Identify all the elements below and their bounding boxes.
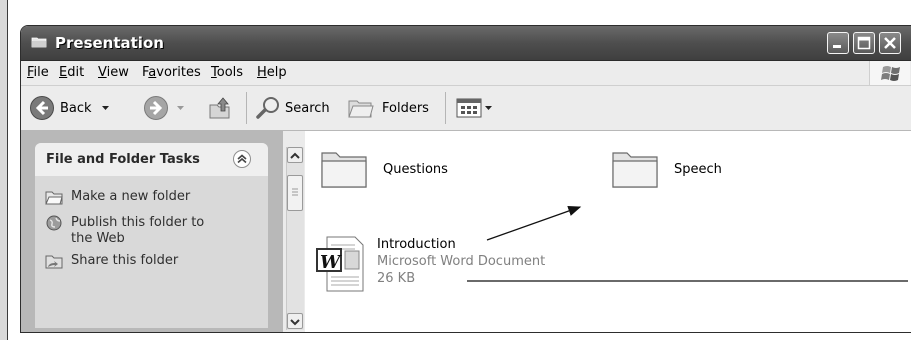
- task-panel-title: File and Folder Tasks: [46, 152, 200, 167]
- grip-icon: [292, 188, 298, 196]
- folder-name: Questions: [383, 162, 448, 177]
- search-icon: [256, 97, 279, 119]
- vertical-scrollbar[interactable]: [286, 147, 304, 330]
- toolbar-separator: [246, 92, 247, 124]
- scroll-thumb[interactable]: [287, 175, 303, 211]
- file-name: Introduction: [377, 237, 456, 252]
- windows-flag-icon: [881, 66, 900, 81]
- search-button[interactable]: Search: [254, 94, 330, 122]
- up-folder-button[interactable]: [206, 94, 234, 122]
- views-button[interactable]: [455, 94, 494, 122]
- folder-icon: [321, 152, 367, 188]
- maximize-button[interactable]: [853, 32, 875, 54]
- menu-view[interactable]: View: [98, 65, 129, 80]
- task-panel-header[interactable]: File and Folder Tasks: [35, 143, 268, 176]
- maximize-icon: [857, 36, 871, 50]
- up-folder-icon: [209, 97, 230, 119]
- menu-help[interactable]: Help: [257, 65, 287, 80]
- folders-button[interactable]: Folders: [346, 94, 429, 122]
- globe-icon: [46, 215, 62, 231]
- forward-dropdown-icon[interactable]: [175, 103, 187, 113]
- explorer-window: Presentation File Edit View Favorites To…: [20, 25, 911, 333]
- folder-speech[interactable]: Speech: [610, 145, 722, 195]
- views-dropdown-icon[interactable]: [484, 103, 494, 113]
- search-label: Search: [285, 100, 330, 116]
- toolbar-separator: [445, 92, 446, 124]
- back-label: Back: [60, 100, 92, 116]
- folders-icon: [348, 100, 374, 118]
- file-type: Microsoft Word Document: [377, 254, 546, 269]
- menu-tools[interactable]: Tools: [211, 65, 243, 80]
- close-icon: [884, 37, 896, 49]
- windows-logo: [869, 61, 910, 85]
- menu-bar: File Edit View Favorites Tools Help: [21, 61, 911, 86]
- scroll-down-button[interactable]: [287, 313, 303, 329]
- forward-arrow-icon: [144, 96, 168, 120]
- back-arrow-icon: [30, 96, 54, 120]
- views-icon: [456, 98, 482, 118]
- word-document-icon: W: [316, 236, 364, 292]
- menu-file[interactable]: File: [27, 65, 49, 80]
- folder-icon: [612, 152, 658, 188]
- back-dropdown-icon[interactable]: [100, 103, 112, 113]
- folder-name: Speech: [674, 162, 722, 177]
- task-pane: File and Folder Tasks Make a new folder: [21, 131, 283, 332]
- chevron-up-icon: [237, 154, 247, 164]
- menu-edit[interactable]: Edit: [59, 65, 84, 80]
- task-label: Publish this folder to the Web: [71, 215, 205, 246]
- svg-text:W: W: [320, 252, 342, 273]
- file-folder-tasks-panel: File and Folder Tasks Make a new folder: [35, 143, 268, 328]
- toolbar: Back Search Folders: [21, 86, 911, 131]
- chevron-down-icon: [290, 319, 300, 326]
- folder-icon: [31, 37, 47, 48]
- file-list-area: Questions Speech W Introduction Microsof…: [305, 131, 911, 332]
- share-folder-icon: [45, 255, 63, 269]
- task-publish-folder[interactable]: Publish this folder to the Web: [45, 215, 204, 247]
- file-introduction[interactable]: W Introduction Microsoft Word Document 2…: [315, 235, 545, 297]
- chevron-up-icon: [290, 152, 300, 159]
- task-make-new-folder[interactable]: Make a new folder: [45, 189, 190, 205]
- window-title: Presentation: [55, 34, 164, 52]
- menu-favorites[interactable]: Favorites: [142, 65, 201, 80]
- title-bar[interactable]: Presentation: [21, 26, 911, 61]
- minimize-icon: [833, 45, 841, 48]
- page-margin-edge: [0, 0, 8, 340]
- collapse-button[interactable]: [233, 150, 251, 168]
- task-label: Share this folder: [71, 253, 179, 268]
- task-share-folder[interactable]: Share this folder: [45, 253, 178, 269]
- close-button[interactable]: [879, 32, 901, 54]
- folder-questions[interactable]: Questions: [319, 145, 448, 195]
- forward-button[interactable]: [143, 94, 187, 122]
- back-button[interactable]: Back: [29, 94, 112, 122]
- task-label: Make a new folder: [71, 189, 191, 204]
- new-folder-icon: [45, 191, 63, 205]
- folders-label: Folders: [382, 100, 429, 116]
- file-size: 26 KB: [377, 271, 416, 286]
- scroll-up-button[interactable]: [287, 147, 303, 163]
- minimize-button[interactable]: [827, 32, 849, 54]
